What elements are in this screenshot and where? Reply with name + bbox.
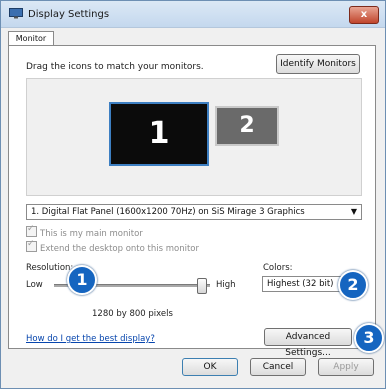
colors-select-value: Highest (32 bit) [267,279,334,289]
extend-desktop-checkbox[interactable]: Extend the desktop onto this monitor [26,239,199,254]
resolution-slider-thumb[interactable] [197,278,207,294]
display-select[interactable]: 1. Digital Flat Panel (1600x1200 70Hz) o… [26,204,362,220]
resolution-value: 1280 by 800 pixels [92,309,173,319]
cancel-button[interactable]: Cancel [250,358,306,376]
checkbox-icon [26,224,37,237]
title-bar: Display Settings x [1,1,385,28]
callout-badge-1: 1 [67,265,97,295]
colors-label: Colors: [263,263,293,273]
window-title: Display Settings [28,9,110,20]
extend-desktop-label: Extend the desktop onto this monitor [40,244,199,254]
display-select-value: 1. Digital Flat Panel (1600x1200 70Hz) o… [31,207,305,217]
monitor-1-icon[interactable]: 1 [109,102,209,166]
resolution-high-label: High [216,280,236,290]
resolution-low-label: Low [26,280,43,290]
resolution-label: Resolution: [26,263,74,273]
tab-monitor[interactable]: Monitor [8,31,54,46]
close-button[interactable]: x [349,6,379,24]
checkbox-icon [26,239,37,252]
main-monitor-label: This is my main monitor [40,229,143,239]
best-display-help-link[interactable]: How do I get the best display? [26,334,155,344]
display-icon [9,8,23,19]
identify-monitors-button[interactable]: Identify Monitors [276,54,360,74]
monitor-2-icon[interactable]: 2 [215,106,279,146]
apply-button[interactable]: Apply [318,358,374,376]
ok-button[interactable]: OK [182,358,238,376]
advanced-settings-button[interactable]: Advanced Settings... [264,328,352,358]
callout-badge-2: 2 [338,270,368,300]
callout-badge-3: 3 [354,323,384,353]
main-monitor-checkbox[interactable]: This is my main monitor [26,224,143,239]
instructions-text: Drag the icons to match your monitors. [26,62,204,72]
chevron-down-icon: ▼ [350,207,357,216]
